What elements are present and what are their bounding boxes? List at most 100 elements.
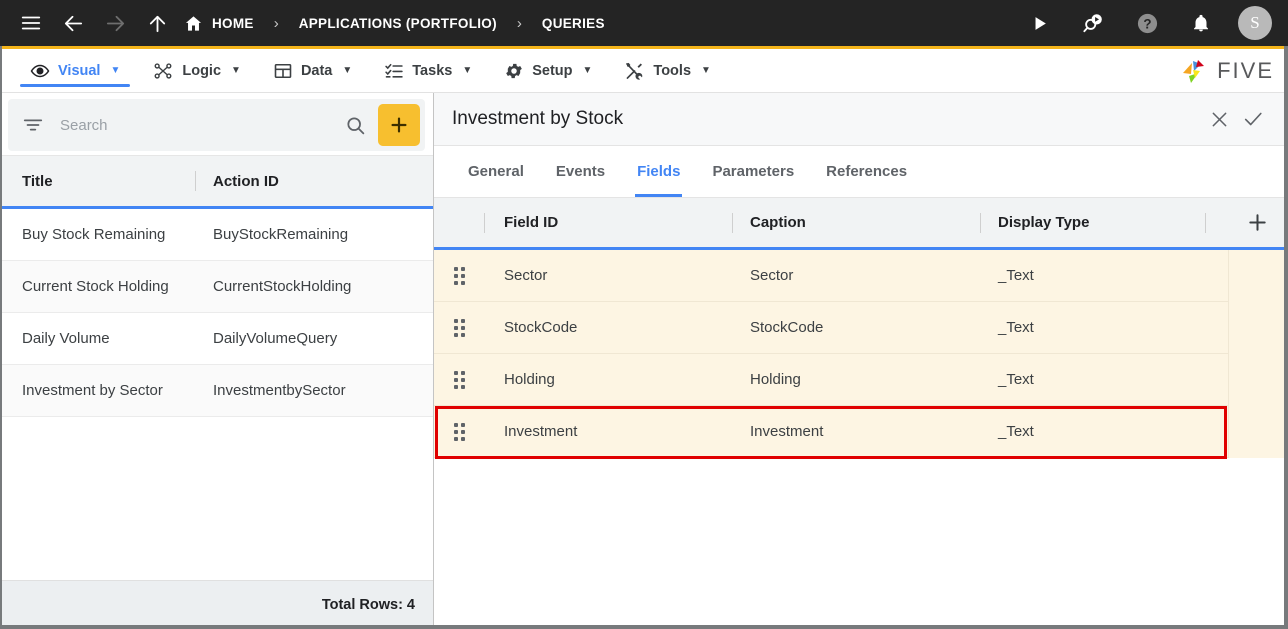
cell-action-id: InvestmentbySector: [213, 382, 346, 399]
filter-icon[interactable]: [22, 114, 44, 136]
drag-handle-icon[interactable]: [434, 266, 484, 285]
user-avatar[interactable]: S: [1238, 6, 1272, 40]
column-divider: [195, 171, 196, 191]
eye-icon: [30, 61, 50, 81]
tab-parameters[interactable]: Parameters: [696, 146, 810, 197]
column-header-handle: [434, 198, 484, 247]
drag-handle-icon[interactable]: [434, 370, 484, 389]
five-logo-text: FIVE: [1217, 57, 1274, 83]
cell-field-id: Investment: [504, 423, 578, 440]
column-divider: [484, 212, 485, 233]
detail-tabs: General Events Fields Parameters Referen…: [434, 146, 1288, 198]
main-body: Title Action ID Buy Stock Remaining BuyS…: [0, 93, 1288, 629]
chevron-down-icon: ▼: [231, 65, 241, 76]
menu-label-visual: Visual: [58, 62, 101, 79]
table-row[interactable]: Holding Holding _Text: [434, 354, 1288, 406]
checklist-icon: [384, 61, 404, 81]
menu-label-logic: Logic: [182, 62, 222, 79]
table-row[interactable]: Investment by Sector InvestmentbySector: [0, 365, 433, 417]
tab-events[interactable]: Events: [540, 146, 621, 197]
cell-caption: Sector: [750, 267, 794, 284]
close-icon[interactable]: [1202, 102, 1236, 136]
menu-label-setup: Setup: [532, 62, 573, 79]
search-bar: [8, 99, 425, 151]
forward-arrow-icon: [98, 6, 132, 40]
breadcrumb-item-applications[interactable]: APPLICATIONS (PORTFOLIO): [299, 16, 497, 31]
run-icon[interactable]: [1022, 6, 1056, 40]
chevron-down-icon: ▼: [582, 65, 593, 76]
chevron-down-icon: ▼: [342, 65, 353, 76]
plus-icon: [1246, 211, 1269, 234]
menu-label-data: Data: [300, 62, 333, 79]
cell-display-type: _Text: [998, 319, 1034, 336]
cell-caption: Holding: [750, 371, 801, 388]
cell-action-id: DailyVolumeQuery: [213, 330, 338, 347]
cell-caption: Investment: [750, 423, 824, 440]
chevron-down-icon: ▼: [462, 65, 473, 76]
cell-display-type: _Text: [998, 371, 1034, 388]
menu-item-setup[interactable]: Setup ▼: [488, 49, 608, 92]
cell-action-id: CurrentStockHolding: [213, 278, 352, 295]
breadcrumb-separator: ›: [273, 14, 279, 32]
cell-title: Buy Stock Remaining: [22, 226, 166, 243]
total-rows-label: Total Rows: 4: [0, 580, 433, 629]
back-arrow-icon[interactable]: [56, 6, 90, 40]
table-row[interactable]: Daily Volume DailyVolumeQuery: [0, 313, 433, 365]
add-query-button[interactable]: [378, 104, 420, 146]
menu-item-logic[interactable]: Logic ▼: [136, 49, 257, 92]
drag-handle-icon[interactable]: [434, 422, 484, 441]
module-menu-bar: Visual ▼ Logic ▼ Data ▼ Tasks ▼ Setup ▼ …: [0, 46, 1288, 93]
menu-label-tools: Tools: [653, 62, 692, 79]
check-icon[interactable]: [1236, 102, 1270, 136]
up-arrow-icon[interactable]: [140, 6, 174, 40]
search-run-icon[interactable]: [1076, 6, 1110, 40]
table-row[interactable]: Buy Stock Remaining BuyStockRemaining: [0, 209, 433, 261]
hamburger-menu-icon[interactable]: [14, 6, 48, 40]
table-row[interactable]: Investment Investment _Text: [434, 406, 1288, 458]
cell-action-id: BuyStockRemaining: [213, 226, 349, 243]
column-header-action-id-label: Action ID: [213, 172, 279, 190]
column-header-field-id-label: Field ID: [504, 214, 559, 231]
page-title: Investment by Stock: [452, 108, 624, 129]
breadcrumb-item-queries[interactable]: QUERIES: [542, 16, 605, 31]
column-header-field-id[interactable]: Field ID: [484, 198, 732, 247]
svg-text:?: ?: [1143, 16, 1151, 31]
application-window: HOME › APPLICATIONS (PORTFOLIO) › QUERIE…: [0, 0, 1288, 629]
column-header-caption[interactable]: Caption: [732, 198, 980, 247]
table-row[interactable]: Current Stock Holding CurrentStockHoldin…: [0, 261, 433, 313]
cell-field-id: Holding: [504, 371, 555, 388]
column-header-title[interactable]: Title: [0, 173, 195, 190]
menu-item-tasks[interactable]: Tasks ▼: [368, 49, 488, 92]
fields-grid: Field ID Caption Display Type Sector Sec…: [434, 198, 1288, 629]
window-border-left: [0, 46, 2, 629]
notifications-icon[interactable]: [1184, 6, 1218, 40]
help-icon[interactable]: ?: [1130, 6, 1164, 40]
five-logo-mark: [1180, 57, 1210, 85]
five-logo: FIVE: [1180, 57, 1274, 85]
tab-fields[interactable]: Fields: [621, 146, 696, 197]
chevron-down-icon: ▼: [110, 65, 121, 76]
drag-handle-icon[interactable]: [434, 318, 484, 337]
table-row[interactable]: Sector Sector _Text: [434, 250, 1288, 302]
column-divider: [1205, 212, 1206, 233]
menu-item-tools[interactable]: Tools ▼: [608, 49, 727, 92]
search-icon[interactable]: [333, 115, 378, 136]
breadcrumb-item-home[interactable]: HOME: [184, 14, 254, 33]
table-icon: [273, 61, 293, 81]
add-column-button[interactable]: [1205, 198, 1288, 247]
column-header-caption-label: Caption: [750, 214, 806, 231]
column-header-display-type[interactable]: Display Type: [980, 198, 1227, 247]
tab-references[interactable]: References: [810, 146, 923, 197]
grid-empty-area: [434, 458, 1288, 629]
column-header-action-id[interactable]: Action ID: [195, 171, 279, 191]
cell-title: Current Stock Holding: [22, 278, 169, 295]
search-input[interactable]: [44, 116, 333, 134]
home-icon: [184, 14, 203, 33]
column-divider: [980, 212, 981, 233]
cell-display-type: _Text: [998, 267, 1034, 284]
menu-item-data[interactable]: Data ▼: [257, 49, 368, 92]
tab-general[interactable]: General: [452, 146, 540, 197]
menu-item-visual[interactable]: Visual ▼: [14, 49, 136, 92]
logic-nodes-icon: [152, 61, 174, 81]
table-row[interactable]: StockCode StockCode _Text: [434, 302, 1288, 354]
